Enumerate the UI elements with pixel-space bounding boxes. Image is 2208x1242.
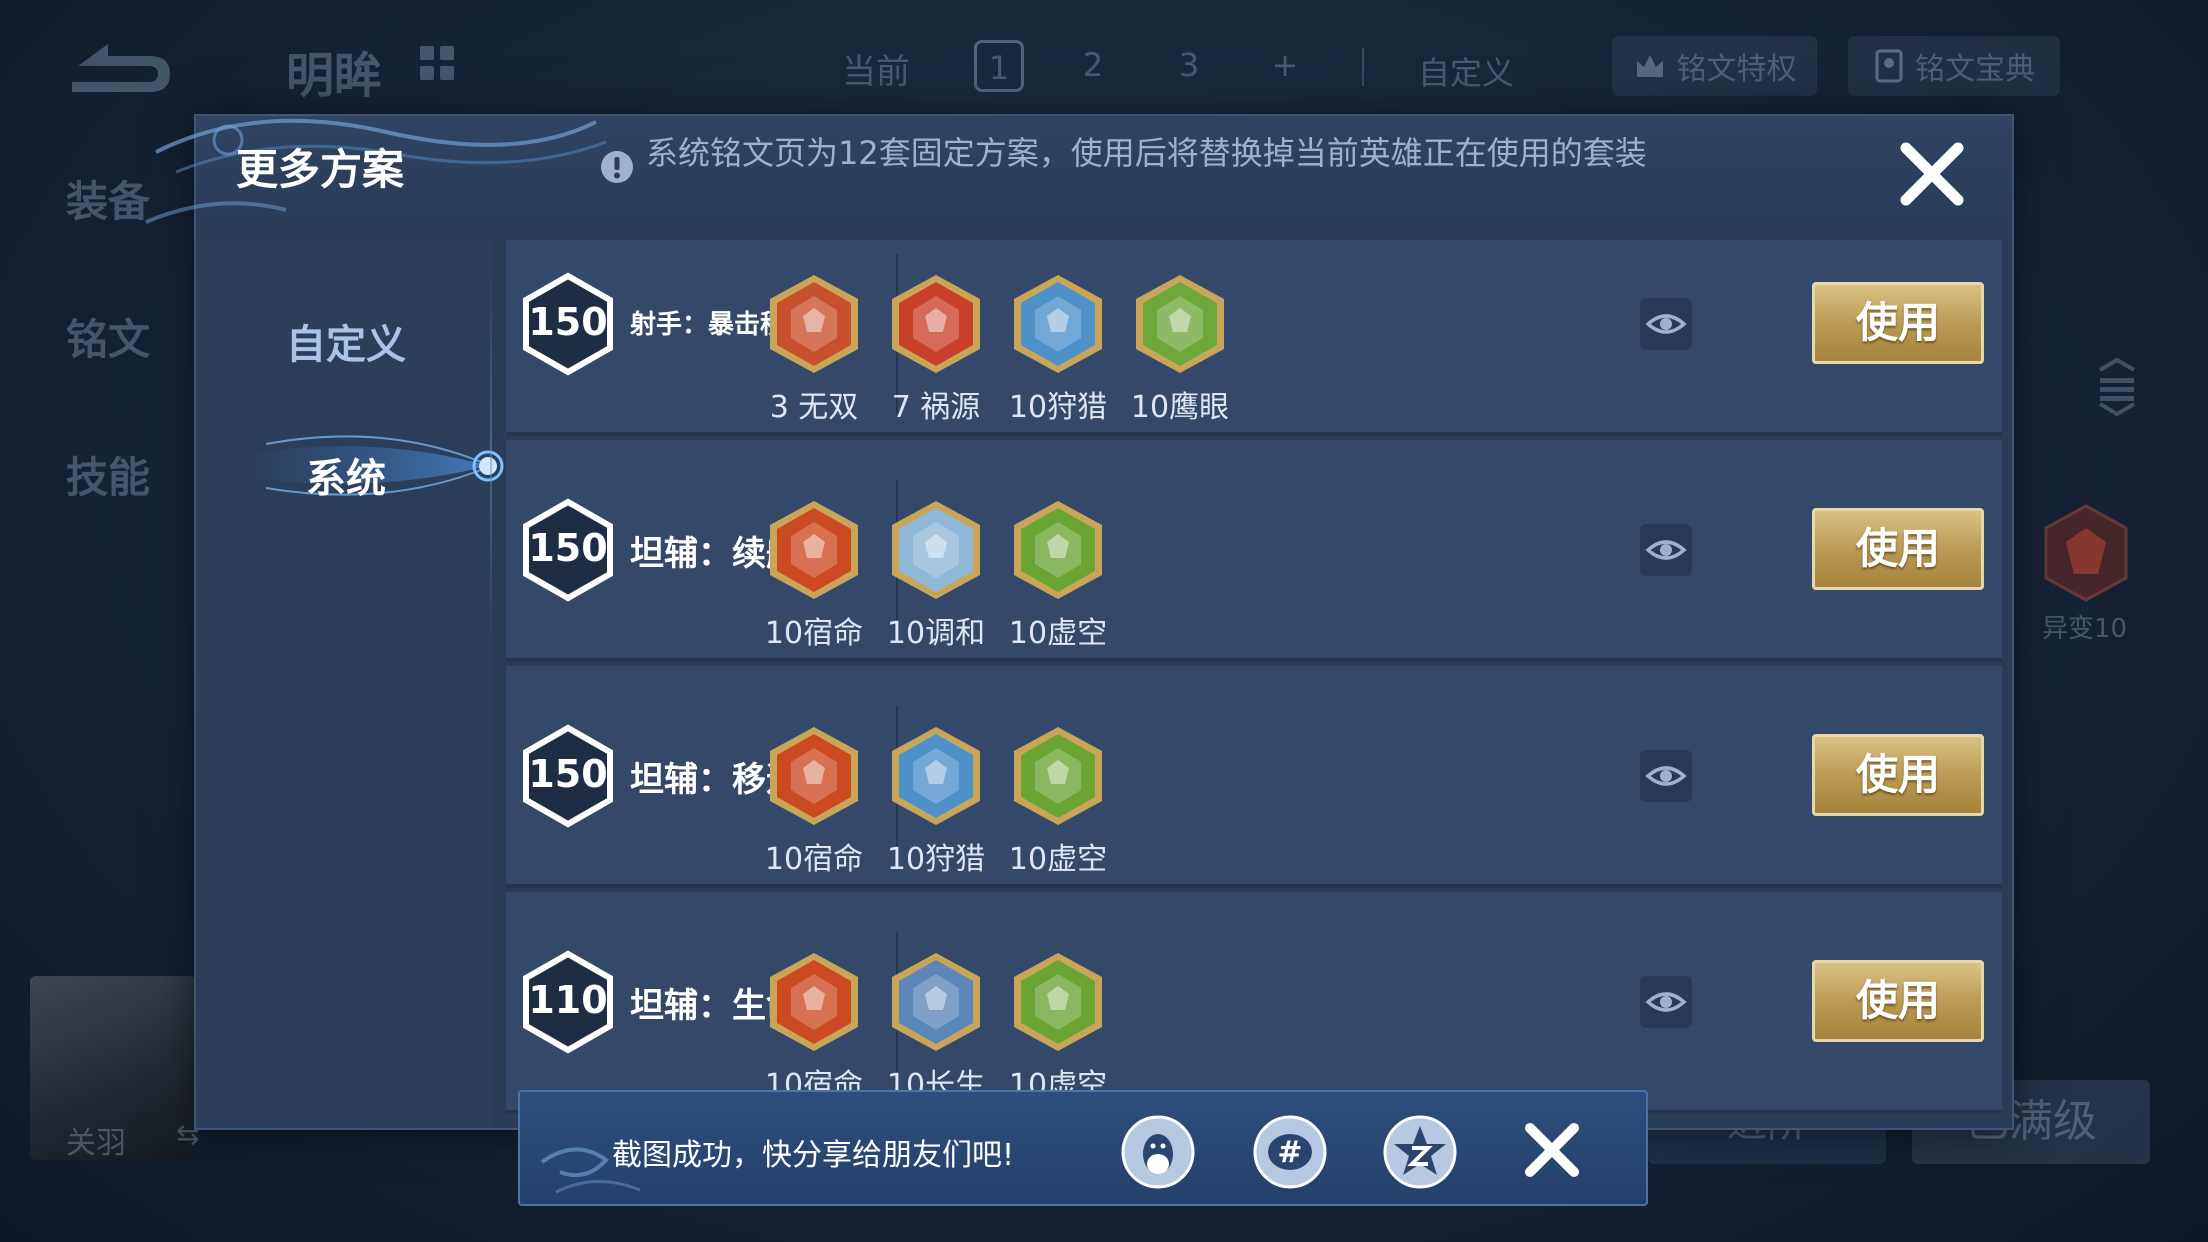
rune-page-1-tab[interactable]: 1 (974, 40, 1024, 92)
scheme-list[interactable]: 150 射手：暴击移速 3 无双 7 祸源 10狩猎 10鹰眼 使用 150 坦辅：续航 10宿命… (506, 240, 2010, 1128)
preview-eye-icon[interactable] (1640, 976, 1692, 1028)
scheme-level: 150 (528, 526, 608, 570)
rune-label: 10狩猎 (886, 842, 986, 877)
sidebar-tab-custom[interactable]: 自定义 (196, 312, 496, 370)
current-page-label: 当前 (842, 52, 910, 92)
left-tab-rune[interactable]: 铭文 (66, 306, 150, 367)
rune-page-2-tab[interactable]: 2 (1068, 40, 1118, 92)
use-button[interactable]: 使用 (1812, 960, 1984, 1042)
info-icon (601, 151, 633, 183)
rune-label: 10宿命 (764, 842, 864, 877)
modal-sidebar (196, 240, 492, 1128)
rune-guide-button[interactable]: 铭文宝典 (1848, 36, 2060, 96)
scheme-level: 110 (528, 978, 608, 1022)
svg-text:#: # (1277, 1135, 1302, 1170)
suming-rune-icon (770, 953, 858, 1051)
book-icon (1875, 49, 1903, 83)
changsheng-rune-icon (892, 953, 980, 1051)
mutation-rune-label: 异变10 (2042, 614, 2128, 644)
scheme-row: 150 射手：暴击移速 3 无双 7 祸源 10狩猎 10鹰眼 使用 (506, 240, 2002, 436)
preview-eye-icon[interactable] (1640, 298, 1692, 350)
wushuang-rune-icon (770, 275, 858, 373)
more-schemes-modal: 更多方案 系统铭文页为12套固定方案，使用后将替换掉当前英雄正在使用的套装 自定… (145, 114, 2014, 1130)
wechat-moments-icon[interactable]: # (1252, 1114, 1328, 1190)
rune-label: 7 祸源 (891, 390, 981, 425)
rune-privilege-button[interactable]: 铭文特权 (1612, 36, 1817, 96)
suming-rune-icon (770, 501, 858, 599)
qzone-icon[interactable] (1382, 1114, 1458, 1190)
rune-label: 10鹰眼 (1130, 390, 1230, 425)
crown-icon (1636, 55, 1663, 77)
shoulie-rune-icon (892, 727, 980, 825)
add-rune-page-button[interactable]: + (1260, 40, 1310, 92)
qq-icon[interactable] (1120, 1114, 1196, 1190)
close-icon[interactable] (1520, 1118, 1584, 1182)
rune-page-3-tab[interactable]: 3 (1164, 40, 1214, 92)
sidebar-tab-system[interactable]: 系统 (196, 446, 496, 504)
scheme-level: 150 (528, 752, 608, 796)
list-menu-icon[interactable] (2094, 356, 2140, 416)
rune-label: 10虚空 (1008, 842, 1108, 877)
grid-menu-icon[interactable] (420, 46, 456, 82)
toast-message: 截图成功，快分享给朋友们吧! (612, 1138, 1015, 1173)
modal-title: 更多方案 (236, 145, 405, 194)
shoulie-rune-icon (1014, 275, 1102, 373)
scheme-row: 150 坦辅：续航 10宿命 10调和 10虚空 使用 (506, 440, 2002, 662)
yingyan-rune-icon (1136, 275, 1224, 373)
xukong-rune-icon (1014, 953, 1102, 1051)
preview-eye-icon[interactable] (1640, 524, 1692, 576)
xukong-rune-icon (1014, 727, 1102, 825)
rune-label: 10宿命 (764, 616, 864, 651)
custom-button[interactable]: 自定义 (1398, 40, 1534, 102)
rune-guide-label: 铭文宝典 (1915, 52, 2035, 87)
screenshot-share-toast: 截图成功，快分享给朋友们吧! # (518, 1090, 1648, 1206)
suming-rune-icon (770, 727, 858, 825)
rune-label: 10狩猎 (1008, 390, 1108, 425)
notice-text: 系统铭文页为12套固定方案，使用后将替换掉当前英雄正在使用的套装 (646, 134, 1647, 172)
rune-label: 10虚空 (1008, 616, 1108, 651)
rune-label: 10调和 (886, 616, 986, 651)
use-button[interactable]: 使用 (1812, 734, 1984, 816)
huoyuan-rune-icon (892, 275, 980, 373)
mutation-rune-icon[interactable] (2040, 502, 2132, 604)
top-divider (1362, 48, 1364, 86)
xukong-rune-icon (1014, 501, 1102, 599)
hero-name: 关羽 (66, 1126, 126, 1161)
scheme-row: 110 坦辅：生命 10宿命 10长生 10虚空 使用 (506, 892, 2002, 1114)
use-button[interactable]: 使用 (1812, 282, 1984, 364)
left-tab-skill[interactable]: 技能 (66, 444, 150, 505)
scheme-row: 150 坦辅：移速 10宿命 10狩猎 10虚空 使用 (506, 666, 2002, 888)
rune-privilege-label: 铭文特权 (1676, 52, 1797, 87)
tiaohe-rune-icon (892, 501, 980, 599)
preview-eye-icon[interactable] (1640, 750, 1692, 802)
scheme-level: 150 (528, 300, 608, 344)
back-arrow-icon[interactable] (58, 38, 174, 98)
close-icon[interactable] (1896, 138, 1968, 210)
rune-label: 3 无双 (769, 390, 859, 425)
use-button[interactable]: 使用 (1812, 508, 1984, 590)
